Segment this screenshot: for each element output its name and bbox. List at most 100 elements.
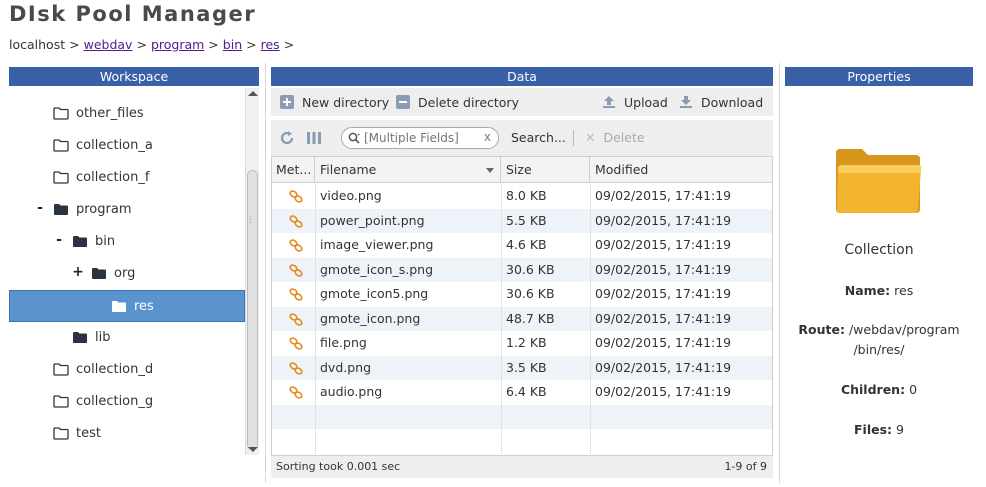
plus-icon <box>280 95 294 109</box>
panel-divider <box>265 63 266 483</box>
column-header-modified[interactable]: Modified <box>591 157 772 183</box>
download-button[interactable]: Download <box>679 88 763 116</box>
scroll-down-icon[interactable] <box>248 447 258 452</box>
sorting-status: Sorting took 0.001 sec <box>276 460 401 473</box>
table-row[interactable]: audio.png 6.4 KB 09/02/2015, 17:41:19 <box>272 380 772 405</box>
property-route-value-line2: /bin/res/ <box>853 342 905 357</box>
column-header-filename[interactable]: Filename <box>316 157 501 183</box>
filename-cell: gmote_icon.png <box>316 306 502 331</box>
tree-item-collection-f[interactable]: collection_f <box>9 162 245 194</box>
metadata-link-icon[interactable] <box>276 361 315 376</box>
tree-item-label: collection_f <box>76 170 150 185</box>
filename-cell: power_point.png <box>316 208 502 233</box>
breadcrumb-separator: > <box>69 37 80 52</box>
tree-item-org[interactable]: + org <box>9 258 245 290</box>
search-input[interactable] <box>364 130 480 146</box>
breadcrumb: localhost > webdav > program > bin > res > <box>9 37 298 52</box>
filename-cell: audio.png <box>316 380 502 405</box>
scroll-up-icon[interactable] <box>248 91 258 96</box>
data-header: Data <box>271 67 773 86</box>
column-header-size[interactable]: Size <box>502 157 590 183</box>
folder-white-icon <box>111 300 127 313</box>
table-row[interactable]: image_viewer.png 4.6 KB 09/02/2015, 17:41:… <box>272 233 772 258</box>
metadata-link-icon[interactable] <box>276 385 315 400</box>
tree-item-lib[interactable]: lib <box>9 322 245 354</box>
search-button[interactable]: Search... <box>511 130 566 145</box>
property-name-value: res <box>894 283 914 298</box>
filename-cell: dvd.png <box>316 355 502 380</box>
modified-cell <box>591 429 772 454</box>
metadata-link-icon[interactable] <box>276 214 315 229</box>
folder-outline-icon <box>53 427 69 440</box>
filename-cell: gmote_icon5.png <box>316 282 502 307</box>
metadata-link-icon[interactable] <box>276 336 315 351</box>
delete-button[interactable]: ✕ Delete <box>585 130 645 145</box>
metadata-link-icon[interactable] <box>276 263 315 278</box>
modified-cell: 09/02/2015, 17:41:19 <box>595 359 732 375</box>
tree-item-program[interactable]: - program <box>9 194 245 226</box>
tree-item-other-files[interactable]: other_files <box>9 98 245 130</box>
tree-item-bin[interactable]: - bin <box>9 226 245 258</box>
filename-cell: file.png <box>316 331 502 356</box>
table-row[interactable]: gmote_icon.png 48.7 KB 09/02/2015, 17:41:1… <box>272 306 772 331</box>
columns-icon[interactable] <box>306 130 322 146</box>
tree-item-collection-a[interactable]: collection_a <box>9 130 245 162</box>
tree-item-test[interactable]: test <box>9 418 245 450</box>
column-header-filename-label: Filename <box>320 162 377 177</box>
collapse-icon[interactable]: - <box>34 200 46 216</box>
clear-search-icon[interactable]: x <box>484 130 491 144</box>
modified-cell: 09/02/2015, 17:41:19 <box>595 384 732 399</box>
delete-directory-label: Delete directory <box>418 94 519 110</box>
tree-item-res[interactable]: res <box>9 290 245 322</box>
tree-item-label: other_files <box>76 106 144 121</box>
property-type: Collection <box>844 242 914 258</box>
workspace-header: Workspace <box>9 67 259 86</box>
metadata-link-icon[interactable] <box>276 287 315 302</box>
table-row[interactable]: video.png 8.0 KB 09/02/2015, 17:41:19 <box>272 184 772 209</box>
search-field[interactable]: x <box>341 127 499 149</box>
metadata-cell <box>272 208 316 233</box>
property-route-label: Route: <box>798 322 845 337</box>
empty-row <box>272 404 772 429</box>
table-row[interactable]: gmote_icon_s.png 30.6 KB 09/02/2015, 17:41… <box>272 257 772 282</box>
tree-scrollbar[interactable]: · · · <box>245 88 259 455</box>
column-header-metadata[interactable]: Met... <box>272 157 315 183</box>
table-row[interactable]: power_point.png 5.5 KB 09/02/2015, 17:41:1… <box>272 208 772 233</box>
modified-cell: 09/02/2015, 17:41:19 <box>595 212 732 228</box>
tree-item-label: res <box>134 299 154 314</box>
collapse-icon[interactable]: - <box>53 232 65 248</box>
tree-item-label: collection_g <box>76 394 154 409</box>
folder-filled-icon <box>72 235 88 248</box>
table-row[interactable]: gmote_icon5.png 30.6 KB 09/02/2015, 17:41:… <box>272 282 772 307</box>
breadcrumb-link-res[interactable]: res <box>261 37 280 52</box>
tree-item-collection-g[interactable]: collection_g <box>9 386 245 418</box>
delete-directory-button[interactable]: Delete directory <box>396 88 519 116</box>
breadcrumb-link-program[interactable]: program <box>151 37 204 52</box>
breadcrumb-link-bin[interactable]: bin <box>223 37 242 52</box>
expand-icon[interactable]: + <box>72 264 84 280</box>
metadata-link-icon[interactable] <box>276 189 315 204</box>
sort-down-icon <box>486 168 494 173</box>
breadcrumb-separator: > <box>246 37 257 52</box>
filename-cell: gmote_icon_s.png <box>316 257 502 282</box>
filename-cell <box>316 429 502 454</box>
delete-label: Delete <box>603 130 645 145</box>
new-directory-button[interactable]: New directory <box>280 88 389 116</box>
metadata-cell <box>272 380 316 405</box>
tree-item-collection-d[interactable]: collection_d <box>9 354 245 386</box>
metadata-link-icon[interactable] <box>276 312 315 327</box>
table-row[interactable]: file.png 1.2 KB 09/02/2015, 17:41:19 <box>272 331 772 356</box>
breadcrumb-link-webdav[interactable]: webdav <box>84 37 133 52</box>
empty-row <box>272 429 772 454</box>
breadcrumb-separator: > <box>136 37 147 52</box>
size-cell: 30.6 KB <box>502 282 591 307</box>
folder-outline-icon <box>53 139 69 152</box>
metadata-link-icon[interactable] <box>276 238 315 253</box>
upload-button[interactable]: Upload <box>602 88 668 116</box>
size-cell: 30.6 KB <box>502 257 591 282</box>
modified-cell: 09/02/2015, 17:41:19 <box>595 237 732 252</box>
refresh-icon[interactable] <box>279 130 295 146</box>
app-title: DIsk Pool Manager <box>9 2 257 26</box>
minus-icon <box>396 95 410 109</box>
table-row[interactable]: dvd.png 3.5 KB 09/02/2015, 17:41:19 <box>272 355 772 380</box>
